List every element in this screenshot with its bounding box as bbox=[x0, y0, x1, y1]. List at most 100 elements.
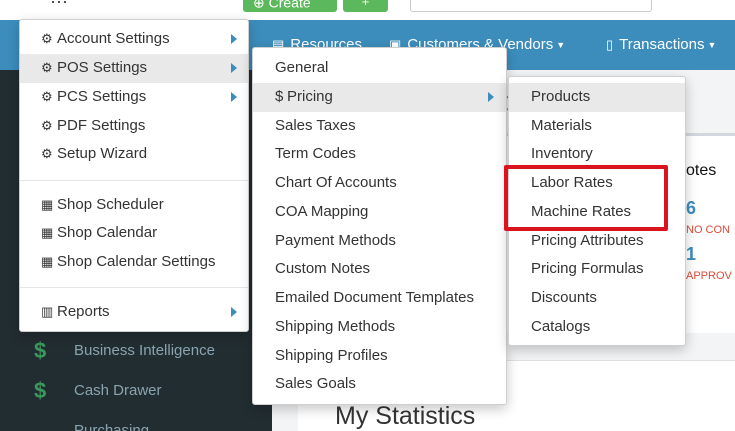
stat-value[interactable]: 1 bbox=[686, 244, 696, 265]
dollar-icon: $ bbox=[34, 378, 47, 403]
menu-item-reports[interactable]: ▥ Reports bbox=[20, 298, 248, 327]
gear-icon: ⚙ bbox=[41, 146, 53, 161]
menu-item-label: Inventory bbox=[531, 145, 593, 162]
create-button-label: Create bbox=[268, 0, 311, 11]
menu-item-shipping-methods[interactable]: Shipping Methods bbox=[253, 313, 506, 342]
stat-label: NO CON bbox=[686, 224, 730, 236]
nav-transactions-label: Transactions bbox=[619, 36, 705, 53]
nav-transactions[interactable]: ▯ Transactions ▼ bbox=[606, 36, 716, 53]
menu-item-pricing-formulas[interactable]: Pricing Formulas bbox=[509, 255, 685, 284]
sidebar-item-label: Cash Drawer bbox=[74, 382, 162, 399]
sidebar-item-label: Business Intelligence bbox=[74, 342, 215, 359]
file-icon: ▯ bbox=[606, 37, 614, 52]
menu-item-label: Shop Calendar Settings bbox=[57, 253, 216, 270]
menu-item-label: Chart Of Accounts bbox=[275, 174, 397, 191]
settings-menu: ⚙ Account Settings ⚙ POS Settings ⚙ PCS Set… bbox=[19, 19, 249, 332]
menu-item-general[interactable]: General bbox=[253, 54, 506, 83]
chevron-right-icon bbox=[231, 307, 237, 317]
menu-item-term-codes[interactable]: Term Codes bbox=[253, 140, 506, 169]
menu-item-label: Pricing Formulas bbox=[531, 260, 644, 277]
calendar-icon: ▦ bbox=[41, 197, 54, 212]
menu-item-label: Pricing bbox=[287, 88, 333, 105]
menu-item-sales-taxes[interactable]: Sales Taxes bbox=[253, 112, 506, 141]
stat-value[interactable]: 6 bbox=[686, 198, 696, 219]
menu-item-label: Pricing Attributes bbox=[531, 232, 644, 249]
menu-item-pcs-settings[interactable]: ⚙ PCS Settings bbox=[20, 83, 248, 112]
menu-item-discounts[interactable]: Discounts bbox=[509, 284, 685, 313]
menu-item-label: Discounts bbox=[531, 289, 597, 306]
sidebar-item-label: Purchasing bbox=[74, 422, 150, 431]
cart-icon: ▬ bbox=[34, 418, 56, 431]
chevron-right-icon bbox=[231, 63, 237, 73]
menu-item-label: Custom Notes bbox=[275, 260, 371, 277]
pos-settings-submenu: General $ Pricing Sales Taxes Term Codes … bbox=[252, 47, 507, 405]
calendar-icon: ▦ bbox=[41, 225, 54, 240]
caret-down-icon: ▼ bbox=[707, 40, 717, 51]
menu-item-label: Sales Taxes bbox=[275, 117, 356, 134]
dollar-icon: $ bbox=[275, 88, 284, 105]
menu-item-pricing[interactable]: $ Pricing bbox=[253, 83, 506, 112]
menu-item-chart-of-accounts[interactable]: Chart Of Accounts bbox=[253, 169, 506, 198]
menu-item-materials[interactable]: Materials bbox=[509, 112, 685, 141]
app-title: ··· bbox=[50, 0, 68, 11]
create-button[interactable]: ⊕ Create bbox=[243, 0, 337, 12]
chevron-right-icon bbox=[488, 92, 494, 102]
menu-item-custom-notes[interactable]: Custom Notes bbox=[253, 255, 506, 284]
menu-item-catalogs[interactable]: Catalogs bbox=[509, 313, 685, 342]
plus-circle-icon: ⊕ bbox=[253, 0, 269, 11]
gear-icon: ⚙ bbox=[41, 31, 53, 46]
menu-item-label: Shipping Methods bbox=[275, 318, 396, 335]
menu-item-label: POS Settings bbox=[57, 59, 148, 76]
gear-icon: ⚙ bbox=[41, 60, 53, 75]
menu-divider bbox=[20, 287, 248, 288]
menu-item-label: Payment Methods bbox=[275, 232, 396, 249]
menu-item-label: Sales Goals bbox=[275, 375, 356, 392]
menu-item-setup-wizard[interactable]: ⚙ Setup Wizard bbox=[20, 140, 248, 169]
menu-item-pos-settings[interactable]: ⚙ POS Settings bbox=[20, 54, 248, 83]
caret-down-icon: ▼ bbox=[556, 40, 566, 51]
menu-item-shop-calendar-settings[interactable]: ▦ Shop Calendar Settings bbox=[20, 248, 248, 277]
menu-item-shipping-profiles[interactable]: Shipping Profiles bbox=[253, 342, 506, 371]
menu-item-label: Shipping Profiles bbox=[275, 347, 388, 364]
statistics-heading: My Statistics bbox=[335, 402, 476, 430]
chevron-right-icon bbox=[231, 34, 237, 44]
gear-icon: ⚙ bbox=[41, 89, 53, 104]
chevron-right-icon bbox=[231, 92, 237, 102]
menu-item-account-settings[interactable]: ⚙ Account Settings bbox=[20, 25, 248, 54]
menu-item-label: Reports bbox=[57, 303, 110, 320]
menu-item-sales-goals[interactable]: Sales Goals bbox=[253, 370, 506, 399]
menu-item-shop-calendar[interactable]: ▦ Shop Calendar bbox=[20, 219, 248, 248]
highlight-annotation bbox=[504, 165, 668, 231]
stat-label: APPROV bbox=[686, 270, 732, 282]
menu-item-label: COA Mapping bbox=[275, 203, 369, 220]
quick-add-button[interactable]: + bbox=[343, 0, 388, 12]
menu-item-pdf-settings[interactable]: ⚙ PDF Settings bbox=[20, 112, 248, 141]
menu-item-label: PDF Settings bbox=[57, 117, 146, 134]
menu-item-label: PCS Settings bbox=[57, 88, 147, 105]
menu-item-label: Term Codes bbox=[275, 145, 356, 162]
menu-item-label: Products bbox=[531, 88, 591, 105]
top-header: ··· ⊕ Create + bbox=[0, 0, 735, 20]
menu-divider bbox=[20, 180, 248, 181]
menu-item-label: Materials bbox=[531, 117, 592, 134]
menu-item-label: Setup Wizard bbox=[57, 145, 148, 162]
sidebar-item-cash-drawer[interactable]: $ Cash Drawer bbox=[0, 376, 272, 406]
dollar-icon: $ bbox=[34, 338, 47, 363]
sidebar-item-purchasing[interactable]: ▬ Purchasing bbox=[0, 416, 272, 431]
menu-item-pricing-attributes[interactable]: Pricing Attributes bbox=[509, 227, 685, 256]
gear-icon: ⚙ bbox=[41, 118, 53, 133]
menu-item-emailed-document-templates[interactable]: Emailed Document Templates bbox=[253, 284, 506, 313]
menu-item-label: General bbox=[275, 59, 329, 76]
menu-item-payment-methods[interactable]: Payment Methods bbox=[253, 227, 506, 256]
menu-item-products[interactable]: Products bbox=[509, 83, 685, 112]
menu-item-label: Shop Scheduler bbox=[57, 196, 164, 213]
sidebar-item-business-intelligence[interactable]: $ Business Intelligence bbox=[0, 336, 272, 366]
menu-item-coa-mapping[interactable]: COA Mapping bbox=[253, 198, 506, 227]
menu-item-shop-scheduler[interactable]: ▦ Shop Scheduler bbox=[20, 191, 248, 220]
menu-item-label: Catalogs bbox=[531, 318, 591, 335]
menu-item-label: Account Settings bbox=[57, 30, 170, 47]
search-input[interactable] bbox=[410, 0, 652, 12]
menu-item-label: Emailed Document Templates bbox=[275, 289, 474, 306]
card-title: otes bbox=[686, 162, 717, 179]
bar-chart-icon: ▥ bbox=[41, 304, 54, 319]
